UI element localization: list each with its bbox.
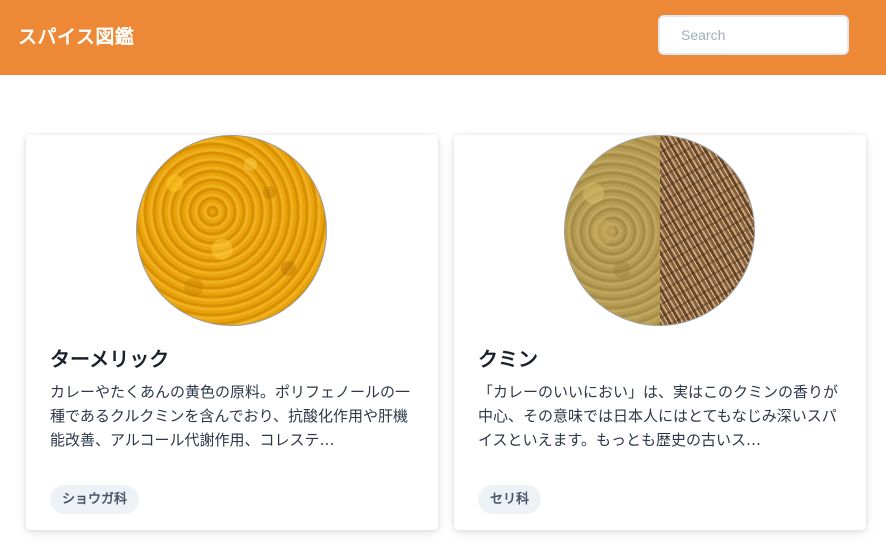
spice-card-cumin[interactable]: クミン 「カレーのいいにおい」は、実はこのクミンの香りが中心、その意味では日本人…: [454, 135, 866, 530]
spice-card-turmeric[interactable]: ターメリック カレーやたくあんの黄色の原料。ポリフェノールの一種であるクルクミン…: [26, 135, 438, 530]
site-title[interactable]: スパイス図鑑: [18, 22, 134, 49]
family-tag[interactable]: セリ科: [478, 485, 542, 514]
cumin-image: [564, 135, 755, 326]
spice-description: カレーやたくあんの黄色の原料。ポリフェノールの一種であるクルクミンを含んでおり、…: [50, 383, 411, 449]
spice-name: ターメリック: [50, 347, 170, 371]
cumin-seeds-half: [660, 136, 754, 325]
spice-description: 「カレーのいいにおい」は、実はこのクミンの香りが中心、その意味では日本人にはとて…: [478, 383, 839, 449]
search-input[interactable]: [658, 15, 849, 55]
spice-name: クミン: [478, 347, 538, 371]
top-header: スパイス図鑑: [0, 0, 886, 75]
cumin-powder-half: [565, 136, 660, 325]
family-tag[interactable]: ショウガ科: [50, 485, 140, 514]
turmeric-image: [136, 135, 327, 326]
